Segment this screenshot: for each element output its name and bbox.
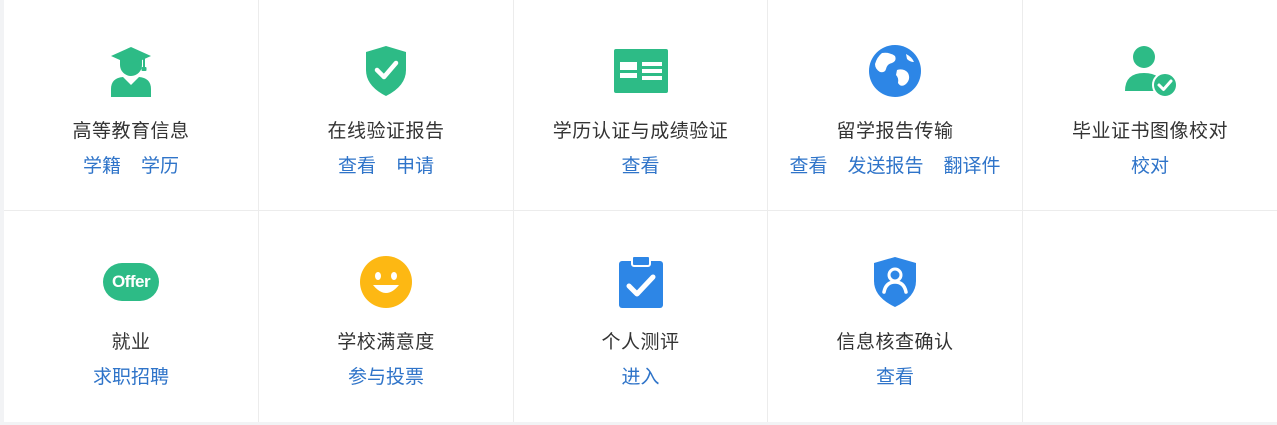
service-tile-diploma-image-check: 毕业证书图像校对 校对 — [1023, 0, 1277, 211]
services-grid: 高等教育信息 学籍 学历 在线验证报告 查看 申请 学历认证与成绩验证 查看 留… — [4, 0, 1277, 422]
link-vote[interactable]: 参与投票 — [348, 365, 424, 389]
link-view[interactable]: 查看 — [789, 154, 827, 178]
service-title: 就业 — [111, 331, 151, 353]
service-links: 查看 — [768, 365, 1022, 389]
service-title: 学历认证与成绩验证 — [552, 120, 729, 142]
link-apply[interactable]: 申请 — [396, 154, 434, 178]
service-title: 信息核查确认 — [836, 331, 954, 353]
service-links: 校对 — [1023, 154, 1277, 178]
service-tile-degree-authentication: 学历认证与成绩验证 查看 — [514, 0, 768, 211]
link-enter[interactable]: 进入 — [621, 365, 659, 389]
service-tile-school-satisfaction: 学校满意度 参与投票 — [259, 211, 514, 422]
offer-icon: Offer — [103, 254, 159, 310]
service-links: 查看 申请 — [259, 154, 513, 178]
user-check-icon — [1122, 43, 1178, 99]
clipboard-check-icon — [613, 254, 669, 310]
service-links: 进入 — [514, 365, 767, 389]
service-links: 参与投票 — [259, 365, 513, 389]
service-tile-info-verification: 信息核查确认 查看 — [768, 211, 1023, 422]
service-title: 留学报告传输 — [836, 120, 954, 142]
id-card-icon — [613, 43, 669, 99]
link-view[interactable]: 查看 — [338, 154, 376, 178]
offer-badge-text: Offer — [103, 263, 159, 301]
service-tile-employment: Offer 就业 求职招聘 — [4, 211, 259, 422]
link-view[interactable]: 查看 — [621, 154, 659, 178]
service-links: 查看 发送报告 翻译件 — [768, 154, 1022, 178]
smiley-icon — [358, 254, 414, 310]
shield-check-icon — [358, 43, 414, 99]
link-proofread[interactable]: 校对 — [1131, 154, 1169, 178]
service-tile-online-verification: 在线验证报告 查看 申请 — [259, 0, 514, 211]
service-title: 毕业证书图像校对 — [1071, 120, 1228, 142]
service-links: 学籍 学历 — [4, 154, 258, 178]
service-links: 求职招聘 — [4, 365, 258, 389]
link-translation[interactable]: 翻译件 — [944, 154, 1001, 178]
service-links: 查看 — [514, 154, 767, 178]
service-title: 个人测评 — [601, 331, 680, 353]
service-tile-personal-assessment: 个人测评 进入 — [514, 211, 768, 422]
globe-icon — [867, 43, 923, 99]
service-title: 在线验证报告 — [327, 120, 445, 142]
service-tile-higher-education: 高等教育信息 学籍 学历 — [4, 0, 259, 211]
link-xueji[interactable]: 学籍 — [83, 154, 121, 178]
shield-user-icon — [867, 254, 923, 310]
link-xueli[interactable]: 学历 — [141, 154, 179, 178]
graduate-icon — [103, 43, 159, 99]
link-view[interactable]: 查看 — [876, 365, 914, 389]
link-job-search[interactable]: 求职招聘 — [93, 365, 169, 389]
service-tile-study-abroad-transfer: 留学报告传输 查看 发送报告 翻译件 — [768, 0, 1023, 211]
empty-tile — [1023, 211, 1277, 422]
service-title: 高等教育信息 — [72, 120, 190, 142]
link-send-report[interactable]: 发送报告 — [847, 154, 923, 178]
service-title: 学校满意度 — [337, 331, 435, 353]
